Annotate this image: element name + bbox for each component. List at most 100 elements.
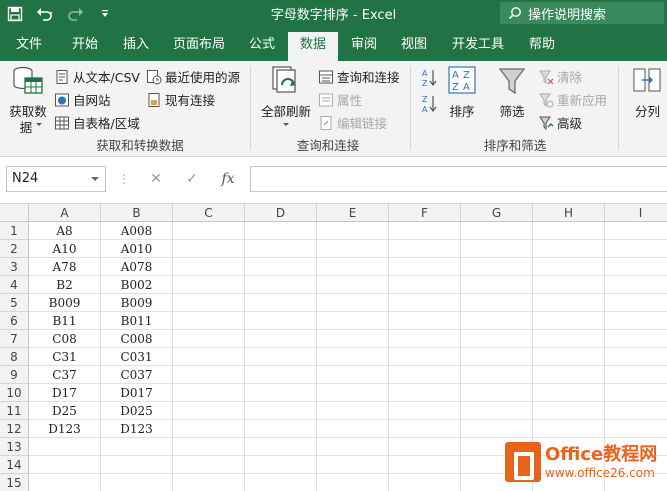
get-data-button[interactable]: 获取数 据 xyxy=(6,65,50,135)
cell-d6[interactable] xyxy=(245,312,317,330)
column-header-h[interactable]: H xyxy=(533,204,605,222)
cell-d15[interactable] xyxy=(245,474,317,491)
cell-a6[interactable]: B11 xyxy=(29,312,101,330)
insert-function-icon[interactable]: fx xyxy=(210,171,246,187)
from-text-csv-button[interactable]: 从文本/CSV xyxy=(54,67,140,86)
cell-a9[interactable]: C37 xyxy=(29,366,101,384)
cell-h9[interactable] xyxy=(533,366,605,384)
cell-e6[interactable] xyxy=(317,312,389,330)
cell-a15[interactable] xyxy=(29,474,101,491)
queries-connections-button[interactable]: 查询和连接 xyxy=(318,67,400,86)
cell-e4[interactable] xyxy=(317,276,389,294)
cell-b8[interactable]: C031 xyxy=(101,348,173,366)
refresh-all-button[interactable]: 全部刷新 xyxy=(258,65,314,133)
cell-e12[interactable] xyxy=(317,420,389,438)
cell-f10[interactable] xyxy=(389,384,461,402)
cell-d14[interactable] xyxy=(245,456,317,474)
cell-i5[interactable] xyxy=(605,294,667,312)
cell-d5[interactable] xyxy=(245,294,317,312)
cell-a4[interactable]: B2 xyxy=(29,276,101,294)
sort-button[interactable]: AZ ZA 排序 xyxy=(444,65,480,121)
sort-asc-desc-buttons[interactable]: AZ ZA xyxy=(420,67,438,115)
row-header-4[interactable]: 4 xyxy=(0,276,29,294)
tab-formulas[interactable]: 公式 xyxy=(238,32,286,61)
tab-page-layout[interactable]: 页面布局 xyxy=(166,32,232,61)
cell-c14[interactable] xyxy=(173,456,245,474)
from-table-button[interactable]: 自表格/区域 xyxy=(54,113,140,132)
text-to-columns-button[interactable]: 分列 xyxy=(628,65,667,121)
cell-c5[interactable] xyxy=(173,294,245,312)
row-header-9[interactable]: 9 xyxy=(0,366,29,384)
cell-f14[interactable] xyxy=(389,456,461,474)
cell-f3[interactable] xyxy=(389,258,461,276)
cell-b5[interactable]: B009 xyxy=(101,294,173,312)
cell-g6[interactable] xyxy=(461,312,533,330)
undo-icon[interactable] xyxy=(30,0,60,28)
row-header-5[interactable]: 5 xyxy=(0,294,29,312)
tab-data[interactable]: 数据 xyxy=(288,32,338,61)
cell-f1[interactable] xyxy=(389,222,461,240)
row-header-14[interactable]: 14 xyxy=(0,456,29,474)
cell-a7[interactable]: C08 xyxy=(29,330,101,348)
tab-view[interactable]: 视图 xyxy=(390,32,438,61)
cell-g3[interactable] xyxy=(461,258,533,276)
from-web-button[interactable]: 自网站 xyxy=(54,90,111,109)
formula-input[interactable] xyxy=(250,166,667,192)
cell-e13[interactable] xyxy=(317,438,389,456)
cell-b4[interactable]: B002 xyxy=(101,276,173,294)
cell-h7[interactable] xyxy=(533,330,605,348)
cell-e7[interactable] xyxy=(317,330,389,348)
cell-f9[interactable] xyxy=(389,366,461,384)
cell-a2[interactable]: A10 xyxy=(29,240,101,258)
column-header-i[interactable]: I xyxy=(605,204,667,222)
cell-a5[interactable]: B009 xyxy=(29,294,101,312)
cell-i3[interactable] xyxy=(605,258,667,276)
cell-b15[interactable] xyxy=(101,474,173,491)
redo-icon[interactable] xyxy=(60,0,90,28)
column-header-f[interactable]: F xyxy=(389,204,461,222)
row-header-13[interactable]: 13 xyxy=(0,438,29,456)
cell-h1[interactable] xyxy=(533,222,605,240)
cell-g2[interactable] xyxy=(461,240,533,258)
row-header-3[interactable]: 3 xyxy=(0,258,29,276)
column-header-g[interactable]: G xyxy=(461,204,533,222)
column-header-e[interactable]: E xyxy=(317,204,389,222)
cell-h4[interactable] xyxy=(533,276,605,294)
enter-icon[interactable]: ✓ xyxy=(174,171,210,187)
cell-b12[interactable]: D123 xyxy=(101,420,173,438)
cell-b9[interactable]: C037 xyxy=(101,366,173,384)
cell-h6[interactable] xyxy=(533,312,605,330)
cell-d4[interactable] xyxy=(245,276,317,294)
row-header-10[interactable]: 10 xyxy=(0,384,29,402)
cell-a13[interactable] xyxy=(29,438,101,456)
cell-e11[interactable] xyxy=(317,402,389,420)
cell-e5[interactable] xyxy=(317,294,389,312)
cell-e9[interactable] xyxy=(317,366,389,384)
cell-g1[interactable] xyxy=(461,222,533,240)
row-header-15[interactable]: 15 xyxy=(0,474,29,491)
cell-b3[interactable]: A078 xyxy=(101,258,173,276)
cell-f8[interactable] xyxy=(389,348,461,366)
cell-c9[interactable] xyxy=(173,366,245,384)
tell-me-search[interactable]: 操作说明搜索 xyxy=(500,2,664,24)
cell-d8[interactable] xyxy=(245,348,317,366)
column-header-b[interactable]: B xyxy=(101,204,173,222)
row-header-8[interactable]: 8 xyxy=(0,348,29,366)
edit-links-button[interactable]: 编辑链接 xyxy=(318,113,387,132)
tab-developer[interactable]: 开发工具 xyxy=(444,32,512,61)
row-header-6[interactable]: 6 xyxy=(0,312,29,330)
cell-b11[interactable]: D025 xyxy=(101,402,173,420)
cell-i1[interactable] xyxy=(605,222,667,240)
cell-d2[interactable] xyxy=(245,240,317,258)
cell-b2[interactable]: A010 xyxy=(101,240,173,258)
row-header-12[interactable]: 12 xyxy=(0,420,29,438)
cell-c4[interactable] xyxy=(173,276,245,294)
row-header-2[interactable]: 2 xyxy=(0,240,29,258)
cell-h3[interactable] xyxy=(533,258,605,276)
reapply-button[interactable]: 重新应用 xyxy=(538,90,607,109)
cell-b10[interactable]: D017 xyxy=(101,384,173,402)
cell-f11[interactable] xyxy=(389,402,461,420)
column-header-c[interactable]: C xyxy=(173,204,245,222)
cell-e3[interactable] xyxy=(317,258,389,276)
cell-i8[interactable] xyxy=(605,348,667,366)
